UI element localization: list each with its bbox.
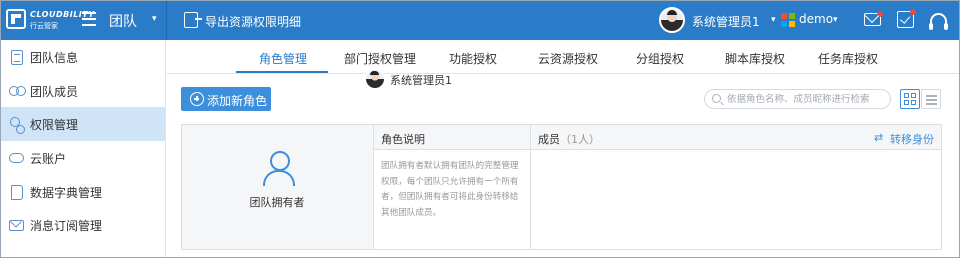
window-border <box>0 0 960 258</box>
